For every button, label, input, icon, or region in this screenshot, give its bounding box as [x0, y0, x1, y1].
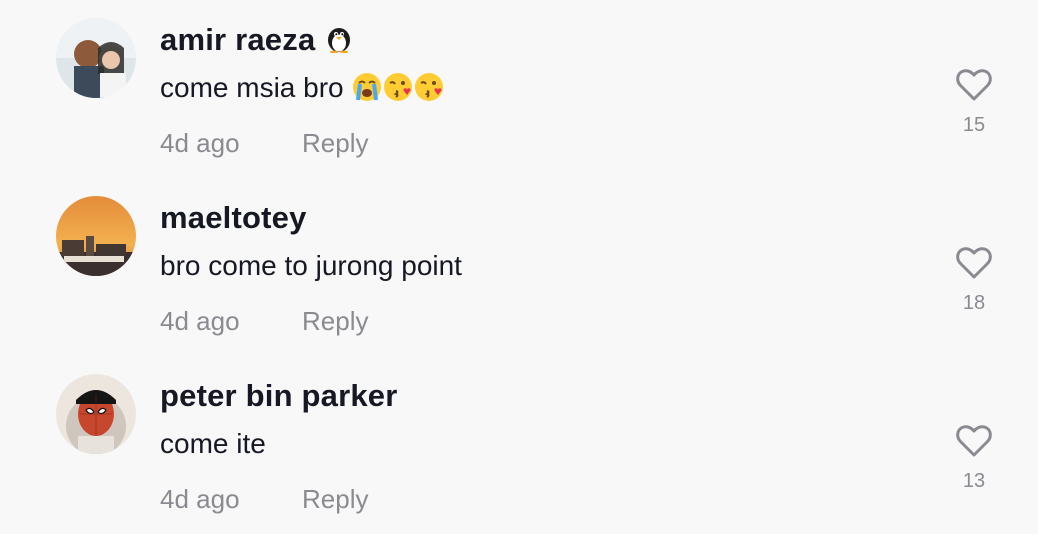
face-blowing-kiss-emoji — [414, 72, 444, 109]
avatar-photo — [56, 196, 136, 276]
avatar[interactable] — [56, 18, 136, 98]
heart-outline-icon[interactable] — [955, 246, 993, 280]
loudly-crying-face-emoji — [352, 72, 382, 109]
like-button[interactable]: 15 — [950, 68, 998, 137]
face-blowing-kiss-emoji — [383, 72, 413, 109]
like-count: 18 — [962, 292, 986, 314]
timestamp: 4d ago — [160, 484, 240, 514]
avatar[interactable] — [56, 196, 136, 276]
comment-text: bro come to jurong point — [160, 250, 462, 281]
reply-button[interactable]: Reply — [302, 128, 368, 159]
heart-outline-icon[interactable] — [955, 424, 993, 458]
comment-text-row: come msia bro — [160, 72, 444, 109]
timestamp: 4d ago — [160, 128, 240, 158]
reply-button[interactable]: Reply — [302, 306, 368, 337]
reply-button[interactable]: Reply — [302, 484, 368, 515]
avatar-photo — [56, 18, 136, 98]
like-button[interactable]: 18 — [950, 246, 998, 315]
penguin-icon — [323, 23, 355, 61]
comment-item: peter bin parker come ite 4d ago Reply 1… — [0, 356, 1038, 534]
comment-item: amir raeza come msia bro 4d ago Reply 15 — [0, 0, 1038, 178]
username-text[interactable]: amir raeza — [160, 22, 315, 57]
heart-outline-icon[interactable] — [955, 68, 993, 102]
like-count: 15 — [962, 114, 986, 136]
avatar-photo — [56, 374, 136, 454]
comment-item: maeltotey bro come to jurong point 4d ag… — [0, 178, 1038, 356]
avatar[interactable] — [56, 374, 136, 454]
like-count: 13 — [962, 470, 986, 492]
comment-text: come ite — [160, 428, 266, 459]
username[interactable]: maeltotey — [160, 200, 307, 236]
username[interactable]: amir raeza — [160, 22, 355, 61]
like-button[interactable]: 13 — [950, 424, 998, 493]
username[interactable]: peter bin parker — [160, 378, 398, 414]
comment-text: come msia bro — [160, 72, 344, 103]
timestamp: 4d ago — [160, 306, 240, 336]
